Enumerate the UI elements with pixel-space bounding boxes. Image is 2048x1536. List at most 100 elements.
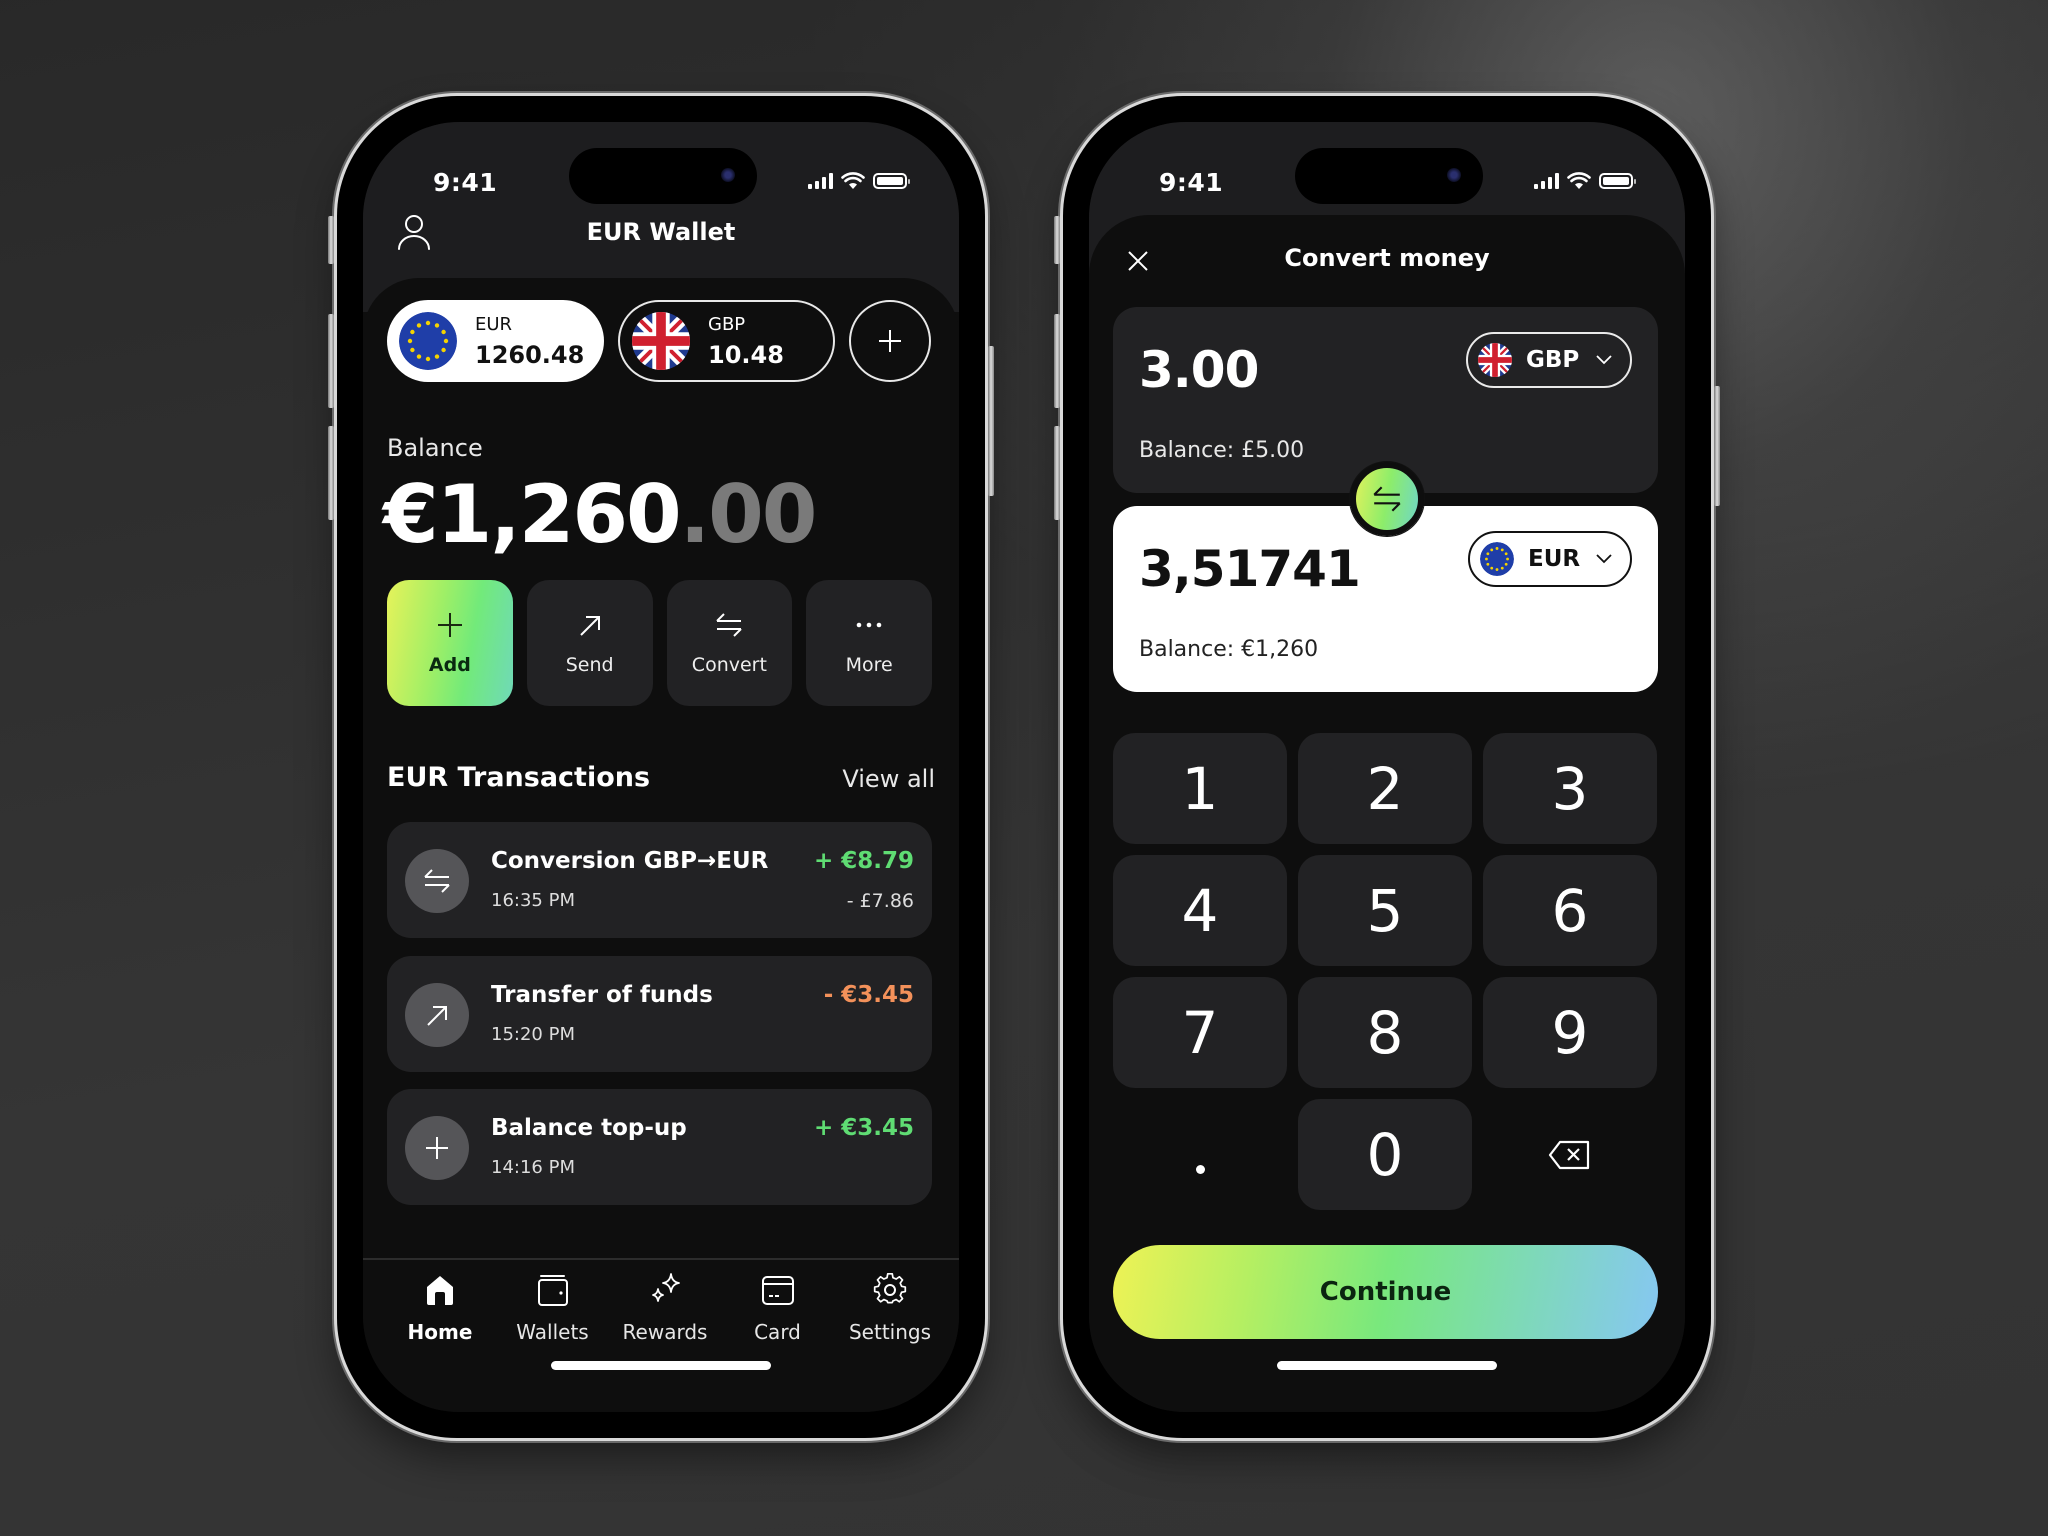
nav-label: Home	[407, 1320, 473, 1344]
phone-convert: 9:41 Convert money 3.00 GBP Balance: £5.…	[1054, 96, 1720, 1438]
gear-icon	[873, 1272, 907, 1304]
dynamic-island	[569, 148, 757, 204]
transaction-amount: + €8.79	[813, 848, 914, 874]
nav-item-rewards[interactable]: Rewards	[610, 1272, 720, 1344]
key-1[interactable]: 1	[1113, 733, 1287, 844]
nav-label: Wallets	[516, 1320, 589, 1344]
transaction-row[interactable]: Balance top-up 14:16 PM + €3.45	[387, 1089, 932, 1205]
wallet-chip-amount: 10.48	[708, 340, 784, 369]
backspace-icon	[1548, 1140, 1590, 1169]
power-button	[988, 346, 994, 496]
convert-screen: 9:41 Convert money 3.00 GBP Balance: £5.…	[1089, 122, 1685, 1412]
continue-button[interactable]: Continue	[1113, 1245, 1658, 1339]
phone-wallet: 9:41 EUR Wallet EUR 1260.48 GBP 10.48 Ba…	[328, 96, 994, 1438]
convert-label: Convert	[691, 654, 767, 676]
dynamic-island	[1295, 148, 1483, 204]
swap-arrows-icon	[716, 613, 743, 637]
key-backspace[interactable]	[1483, 1099, 1657, 1210]
to-amount: 3,51741	[1139, 540, 1361, 598]
nav-item-settings[interactable]: Settings	[835, 1272, 945, 1344]
wallet-chip-eur[interactable]: EUR 1260.48	[387, 300, 604, 382]
wallet-chip-amount: 1260.48	[475, 340, 585, 369]
balance-decimal: .00	[679, 468, 818, 561]
transaction-title: Balance top-up	[491, 1115, 687, 1141]
key-decimal[interactable]	[1113, 1099, 1287, 1210]
background-highlight	[0, 0, 2048, 1536]
power-button	[1714, 386, 1720, 506]
home-indicator[interactable]	[1277, 1361, 1497, 1370]
nav-item-wallets[interactable]: Wallets	[498, 1272, 608, 1344]
transaction-title: Transfer of funds	[491, 982, 713, 1008]
battery-icon	[873, 173, 910, 189]
swap-arrows-icon	[1373, 486, 1401, 512]
chevron-down-icon	[1596, 355, 1612, 365]
to-currency-code: EUR	[1528, 546, 1581, 572]
add-button[interactable]: Add	[387, 580, 513, 706]
decimal-point-icon	[1195, 1165, 1205, 1174]
balance-label: Balance	[387, 434, 483, 462]
key-6[interactable]: 6	[1483, 855, 1657, 966]
convert-button[interactable]: Convert	[666, 580, 793, 706]
transaction-title: Conversion GBP→EUR	[491, 848, 769, 874]
plus-icon	[879, 330, 901, 352]
from-currency-select[interactable]: GBP	[1466, 332, 1632, 388]
nav-label: Rewards	[622, 1320, 708, 1344]
volume-down-button	[328, 426, 334, 520]
card-icon	[761, 1276, 794, 1305]
send-label: Send	[565, 654, 614, 676]
view-all-link[interactable]: View all	[842, 765, 935, 793]
volume-up-button	[328, 314, 334, 408]
silent-switch	[1054, 216, 1060, 264]
uk-flag-icon	[1478, 343, 1512, 377]
sparkles-icon	[652, 1273, 680, 1302]
nav-label: Card	[754, 1320, 801, 1344]
more-label: More	[845, 654, 893, 676]
from-currency-code: GBP	[1526, 347, 1580, 373]
transaction-row[interactable]: Conversion GBP→EUR 16:35 PM + €8.79 - £7…	[387, 822, 932, 938]
eu-flag-icon	[1480, 542, 1514, 576]
transactions-heading: EUR Transactions	[387, 762, 651, 793]
transaction-amount: + €3.45	[813, 1115, 914, 1141]
signal-icon	[1534, 173, 1559, 189]
transaction-amount: - €3.45	[823, 982, 914, 1008]
camera	[721, 168, 735, 182]
arrow-up-right-icon	[579, 616, 600, 636]
home-icon	[427, 1276, 453, 1305]
more-button[interactable]: More	[806, 580, 932, 706]
nav-item-home[interactable]: Home	[385, 1272, 495, 1344]
from-balance: Balance: £5.00	[1139, 438, 1305, 463]
balance-amount: €1,260.00	[383, 468, 818, 561]
swap-currencies-button[interactable]	[1350, 462, 1424, 536]
key-2[interactable]: 2	[1298, 733, 1472, 844]
nav-item-card[interactable]: Card	[723, 1272, 833, 1344]
wallet-icon	[537, 1275, 568, 1306]
status-time: 9:41	[1159, 168, 1224, 197]
key-4[interactable]: 4	[1113, 855, 1287, 966]
battery-icon	[1599, 173, 1636, 189]
key-8[interactable]: 8	[1298, 977, 1472, 1088]
add-wallet-button[interactable]	[849, 300, 931, 382]
send-button[interactable]: Send	[526, 580, 653, 706]
to-balance: Balance: €1,260	[1139, 637, 1319, 662]
swap-arrows-icon	[424, 869, 450, 893]
key-0[interactable]: 0	[1298, 1099, 1472, 1210]
key-9[interactable]: 9	[1483, 977, 1657, 1088]
wallet-chip-gbp[interactable]: GBP 10.48	[618, 300, 835, 382]
from-amount[interactable]: 3.00	[1139, 341, 1259, 399]
bottom-nav: Home Wallets Rewards Card Settings	[363, 1272, 959, 1344]
key-5[interactable]: 5	[1298, 855, 1472, 966]
transaction-icon	[405, 1116, 469, 1180]
to-currency-select[interactable]: EUR	[1468, 531, 1632, 587]
wallet-chip-currency: GBP	[708, 313, 746, 335]
add-label: Add	[428, 654, 471, 676]
transaction-icon	[405, 983, 469, 1047]
numeric-keypad: 1 2 3 4 5 6 7 8 9 0	[1113, 733, 1658, 1210]
transaction-row[interactable]: Transfer of funds 15:20 PM - €3.45	[387, 956, 932, 1072]
key-3[interactable]: 3	[1483, 733, 1657, 844]
volume-up-button	[1054, 314, 1060, 408]
home-indicator[interactable]	[551, 1361, 771, 1370]
sheet-title: Convert money	[1284, 244, 1490, 272]
balance-whole: €1,260	[383, 468, 682, 561]
key-7[interactable]: 7	[1113, 977, 1287, 1088]
transaction-time: 15:20 PM	[491, 1024, 575, 1045]
